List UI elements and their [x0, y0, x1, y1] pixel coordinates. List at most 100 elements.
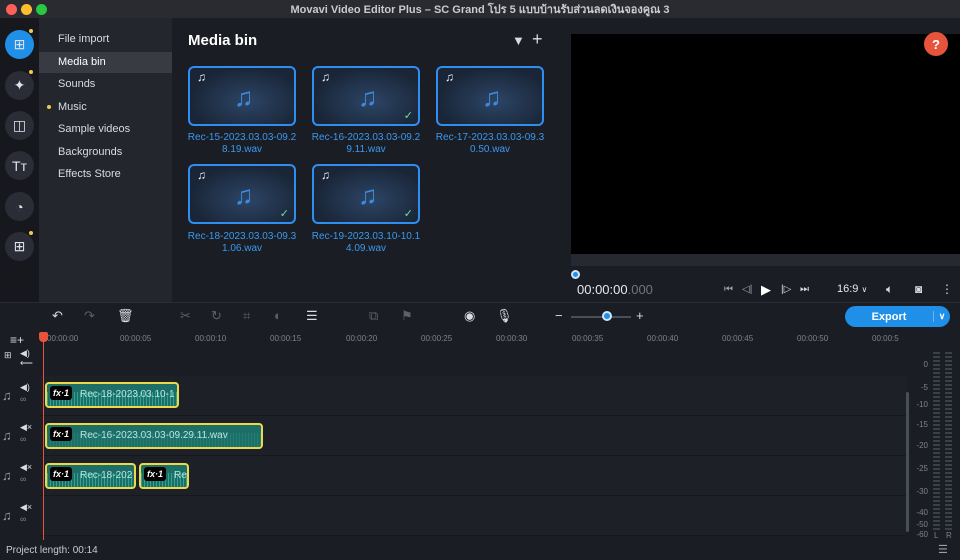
meter-channel-left: [933, 352, 940, 532]
import-side-menu: File import Media bin Sounds Music Sampl…: [39, 18, 172, 302]
minimize-window-button[interactable]: [21, 4, 32, 15]
more-tools-icon: ⊞: [13, 238, 26, 254]
zoom-window-button[interactable]: [36, 4, 47, 15]
media-tile[interactable]: ♫ ♫ ✓: [312, 66, 420, 126]
status-bar: [0, 542, 960, 560]
export-button[interactable]: Export ∨: [845, 306, 950, 327]
link-icon[interactable]: ∞: [20, 514, 26, 524]
timeline-scrollbar[interactable]: [906, 392, 909, 532]
audio-clip[interactable]: fx·1 Rec: [139, 463, 189, 489]
link-icon[interactable]: ∞: [20, 394, 26, 404]
mute-icon[interactable]: ◀×: [20, 462, 32, 473]
chevron-down-icon: ∨: [861, 285, 868, 294]
close-window-button[interactable]: [6, 4, 17, 15]
clip-properties-icon[interactable]: ☰: [306, 308, 318, 324]
delete-icon[interactable]: 🗑︎: [117, 308, 134, 324]
snapshot-icon[interactable]: ◙: [915, 282, 922, 296]
playhead[interactable]: [43, 332, 44, 540]
fx-badge[interactable]: fx·1: [144, 467, 167, 481]
menu-item-backgrounds[interactable]: Backgrounds: [39, 142, 172, 163]
microphone-icon[interactable]: 🎙︎: [496, 308, 513, 324]
go-to-start-icon[interactable]: ⏮: [724, 284, 733, 295]
titles-tool-button[interactable]: Tт: [5, 151, 34, 180]
notification-dot: [29, 70, 33, 74]
ruler-tick: 00:00:30: [496, 334, 528, 343]
filter-icon[interactable]: ▼: [512, 33, 525, 48]
undo-icon[interactable]: ↶: [52, 308, 63, 324]
audio-clip[interactable]: fx·1 Rec-16-2023.03.03-09.29.11.wav: [45, 423, 263, 449]
next-frame-icon[interactable]: |▷: [781, 284, 791, 295]
link-icon[interactable]: ∞: [20, 474, 26, 484]
menu-item-sample-videos[interactable]: Sample videos: [39, 119, 172, 140]
chevron-down-icon[interactable]: ∨: [933, 311, 950, 322]
cut-icon[interactable]: ✂: [180, 308, 191, 324]
mute-icon[interactable]: ◀×: [20, 502, 32, 513]
fx-badge[interactable]: fx·1: [50, 427, 73, 441]
more-tools-button[interactable]: ⊞: [5, 232, 34, 261]
aspect-ratio-select[interactable]: 16:9 ∨: [837, 283, 867, 295]
audio-clip[interactable]: fx·1 Rec-18-2023.03.10-1: [45, 382, 179, 408]
media-tile[interactable]: ♫ ♫ ✓: [188, 164, 296, 224]
menu-item-file-import[interactable]: File import: [39, 29, 172, 50]
crop-icon[interactable]: ⌗: [243, 308, 250, 324]
timecode-display: 00:00:00.000: [577, 282, 653, 297]
volume-icon[interactable]: 🔈︎: [886, 282, 893, 297]
music-note-icon: ♫: [321, 70, 330, 84]
menu-item-sounds[interactable]: Sounds: [39, 74, 172, 95]
fx-badge[interactable]: fx·1: [50, 386, 73, 400]
media-tile[interactable]: ♫ ♫: [436, 66, 544, 126]
audio-thumbnail-icon: ♫: [234, 82, 254, 112]
menu-item-media-bin[interactable]: Media bin: [39, 52, 172, 73]
overlay-icon[interactable]: ⧉: [369, 308, 378, 324]
menu-item-effects-store[interactable]: Effects Store: [39, 164, 172, 185]
channel-label: L: [934, 531, 939, 540]
audio-clip[interactable]: fx·1 Rec-18-202: [45, 463, 136, 489]
add-icon[interactable]: +: [532, 29, 543, 50]
timeline: ⊞ ◀) ⟵ ♫ ◀) ∞ ♫ ◀× ∞ ♫ ◀× ∞ ♫ ◀× ∞ fx·1 …: [0, 348, 906, 542]
zoom-out-icon[interactable]: −: [555, 308, 563, 323]
marker-icon[interactable]: ⚑: [401, 308, 413, 324]
zoom-in-icon[interactable]: +: [636, 308, 644, 323]
webcam-icon[interactable]: ◉: [464, 308, 475, 324]
db-label: -30: [916, 487, 928, 496]
transitions-tool-button[interactable]: ◫: [5, 111, 34, 140]
ruler-tick: 00:00:10: [195, 334, 227, 343]
link-icon[interactable]: ∞: [20, 434, 26, 444]
music-note-icon: ♫: [197, 168, 206, 182]
project-length: Project length: 00:14: [6, 545, 98, 556]
mixer-icon[interactable]: ☰: [938, 543, 948, 556]
mute-icon[interactable]: ◀×: [20, 422, 32, 433]
audio-thumbnail-icon: ♫: [234, 180, 254, 210]
speaker-icon[interactable]: ◀): [20, 382, 30, 393]
play-icon[interactable]: ▶: [761, 282, 771, 298]
preview-scrubber[interactable]: [571, 254, 960, 266]
filters-tool-button[interactable]: ✦: [5, 71, 34, 100]
zoom-slider-handle[interactable]: [602, 311, 612, 321]
audio-thumbnail-icon: ♫: [358, 180, 378, 210]
stickers-icon: ◔: [15, 198, 24, 215]
audio-track[interactable]: [40, 496, 906, 536]
import-tool-button[interactable]: ⊞: [5, 30, 34, 59]
media-bin-title: Media bin: [188, 32, 258, 49]
rotate-icon[interactable]: ↻: [211, 308, 222, 324]
export-label: Export: [871, 310, 907, 323]
track-settings-icon[interactable]: ⊞: [4, 350, 12, 361]
more-options-icon[interactable]: ⋮: [941, 282, 953, 296]
scrubber-handle[interactable]: [571, 270, 580, 279]
zoom-slider[interactable]: [571, 316, 631, 318]
video-track-area[interactable]: [40, 348, 906, 376]
add-track-icon[interactable]: ≡+: [10, 333, 24, 347]
ruler-tick: 00:00:20: [346, 334, 378, 343]
previous-frame-icon[interactable]: ◁|: [742, 284, 752, 295]
media-tile[interactable]: ♫ ♫ ✓: [312, 164, 420, 224]
media-tile[interactable]: ♫ ♫: [188, 66, 296, 126]
preview-screen[interactable]: [571, 34, 960, 254]
redo-icon[interactable]: ↷: [84, 308, 95, 324]
fx-badge[interactable]: fx·1: [50, 467, 73, 481]
help-button[interactable]: ?: [924, 32, 948, 56]
color-adjust-icon[interactable]: ◐: [274, 308, 282, 323]
link-icon[interactable]: ⟵: [20, 358, 33, 369]
go-to-end-icon[interactable]: ⏭: [800, 284, 809, 295]
stickers-tool-button[interactable]: ◔: [5, 192, 34, 221]
menu-item-music[interactable]: Music: [39, 97, 172, 118]
